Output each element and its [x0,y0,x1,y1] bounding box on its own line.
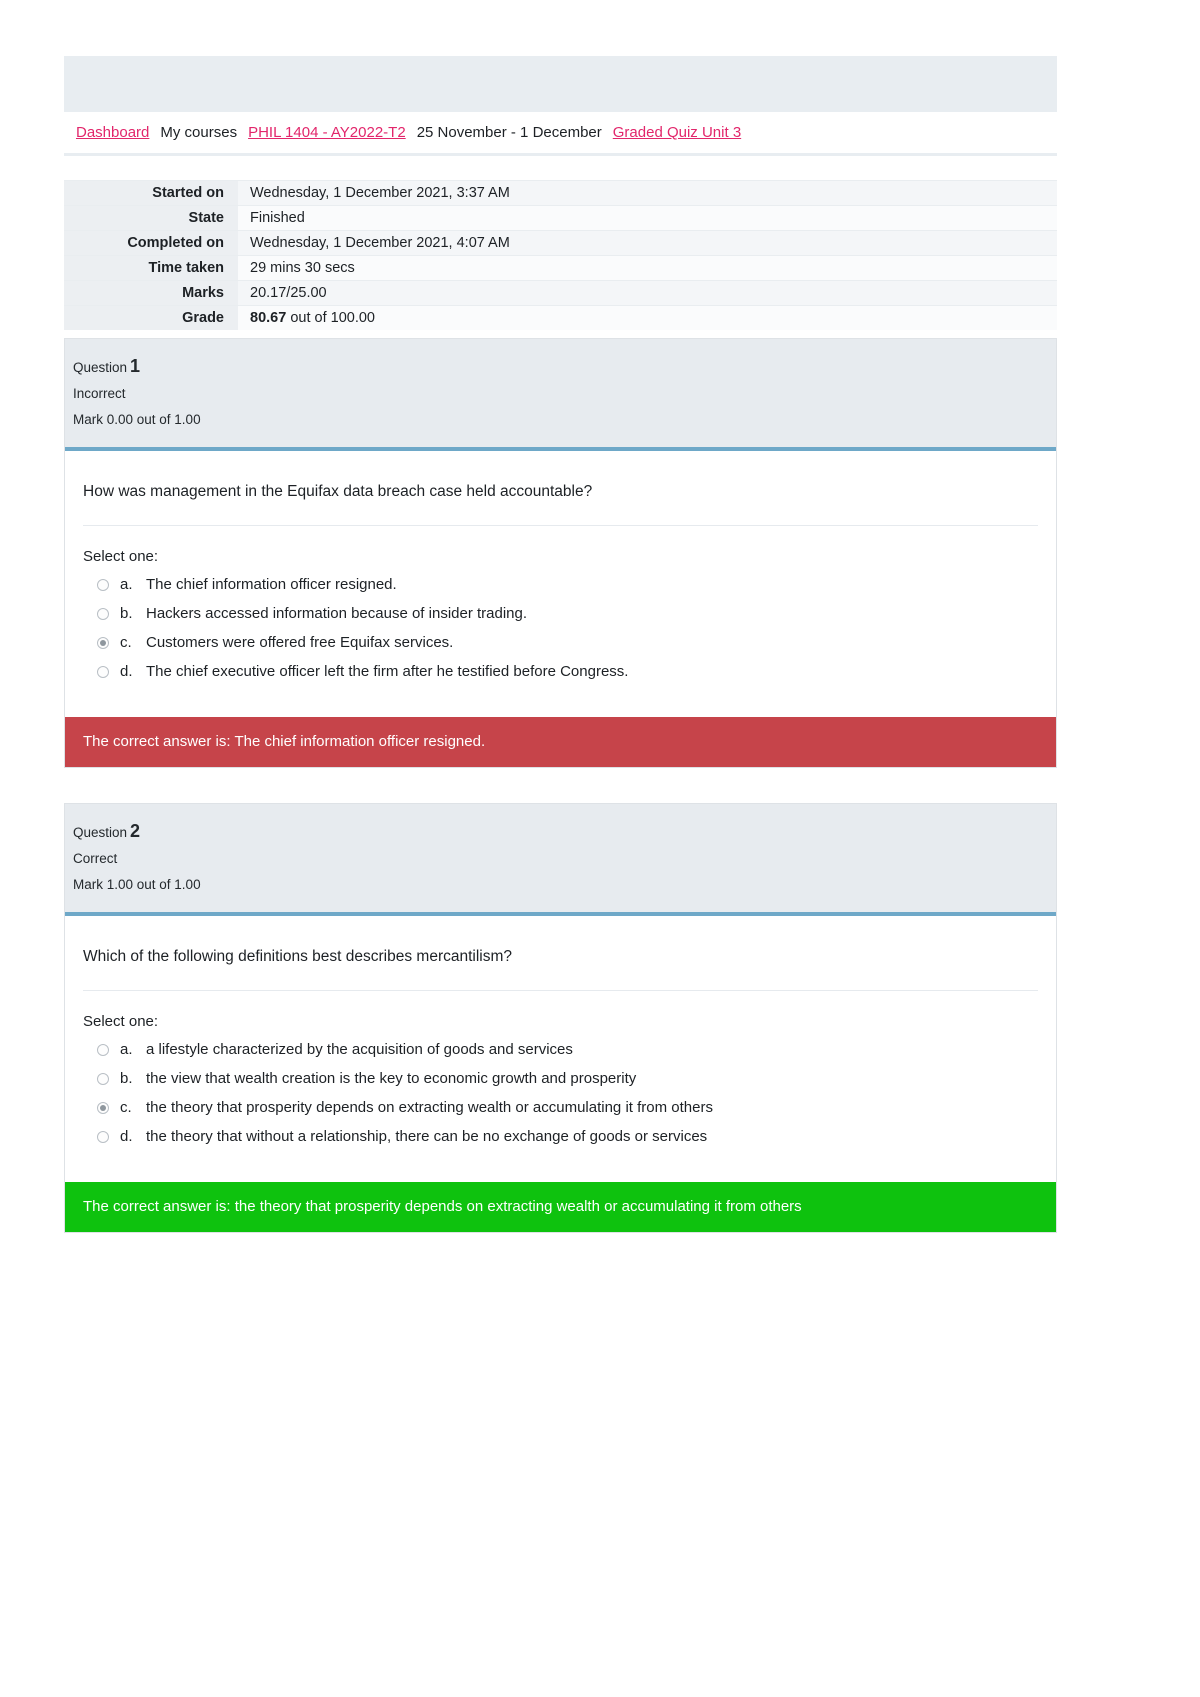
select-one-label: Select one: [83,1013,159,1030]
option-text: the theory that without a relationship, … [146,1128,708,1145]
question-body: How was management in the Equifax data b… [65,451,1056,717]
summary-row: Started on Wednesday, 1 December 2021, 3:… [64,180,1057,206]
answer-option[interactable]: a. The chief information officer resigned… [83,575,1038,595]
summary-key: Marks [64,280,238,306]
summary-key: State [64,205,238,231]
attempt-summary-table: Started on Wednesday, 1 December 2021, 3:… [64,180,1057,330]
answer-option[interactable]: c. the theory that prosperity depends on … [83,1098,1038,1118]
question-number-line: Question 1 [71,353,1056,381]
summary-value: 29 mins 30 secs [238,255,1057,281]
breadcrumb-item-3[interactable]: PHIL 1404 - AY2022-T2 [248,124,406,141]
select-one-label: Select one: [83,548,159,565]
summary-row: Completed on Wednesday, 1 December 2021, … [64,230,1057,256]
question-block-2: Question 2 Correct Mark 1.00 out of 1.00 Whi… [64,803,1057,1233]
radio-button-icon[interactable] [97,666,109,678]
radio-button-icon[interactable] [97,1102,109,1114]
summary-value-grade: 80.67 out of 100.00 [238,305,1057,330]
option-letter: b. [120,1070,133,1087]
option-letter: c. [120,1099,132,1116]
option-text: Hackers accessed information because of … [146,605,528,622]
summary-row: Marks 20.17/25.00 [64,280,1057,306]
question-text: How was management in the Equifax data b… [83,481,1038,526]
answer-list: Select one: a. The chief information offic… [83,526,1038,717]
question-body: Which of the following definitions best … [65,916,1056,1182]
summary-row-grade: Grade 80.67 out of 100.00 [64,305,1057,330]
question-mark: Mark 0.00 out of 1.00 [73,412,201,427]
radio-button-icon[interactable] [97,1044,109,1056]
radio-button-icon[interactable] [97,579,109,591]
question-label: Question [73,825,128,840]
option-letter: a. [120,576,133,593]
summary-key: Started on [64,180,238,206]
question-header: Question 2 Correct Mark 1.00 out of 1.00 [65,804,1056,916]
question-number: 1 [130,356,141,376]
summary-value: Finished [238,205,1057,231]
question-number: 2 [130,821,141,841]
question-number-line: Question 2 [71,818,1056,846]
option-text: The chief information officer resigned. [146,576,397,593]
question-block-1: Question 1 Incorrect Mark 0.00 out of 1.00 H… [64,338,1057,768]
option-text: Customers were offered free Equifax serv… [146,634,454,651]
breadcrumb-item-2: My courses [160,124,238,141]
radio-button-icon[interactable] [97,1073,109,1085]
grade-score: 80.67 [250,310,287,326]
option-text: the view that wealth creation is the key… [146,1070,637,1087]
question-text: Which of the following definitions best … [83,946,1038,991]
summary-value: Wednesday, 1 December 2021, 3:37 AM [238,180,1057,206]
question-state: Correct [73,851,118,866]
question-mark: Mark 1.00 out of 1.00 [73,877,201,892]
breadcrumb-item-5[interactable]: Graded Quiz Unit 3 [613,124,741,141]
radio-button-icon[interactable] [97,1131,109,1143]
question-header: Question 1 Incorrect Mark 0.00 out of 1.00 [65,339,1056,451]
option-letter: d. [120,663,133,680]
summary-row: State Finished [64,205,1057,231]
option-letter: c. [120,634,132,651]
summary-row: Time taken 29 mins 30 secs [64,255,1057,281]
option-letter: a. [120,1041,133,1058]
answer-option[interactable]: b. Hackers accessed information because o… [83,604,1038,624]
grade-outof: out of 100.00 [286,310,375,326]
option-letter: b. [120,605,133,622]
breadcrumb-item-4: 25 November - 1 December [416,124,602,141]
summary-value: 20.17/25.00 [238,280,1057,306]
feedback-banner: The correct answer is: The chief informa… [65,717,1056,767]
option-text: The chief executive officer left the fir… [146,663,629,680]
radio-button-icon[interactable] [97,608,109,620]
answer-option[interactable]: a. a lifestyle characterized by the acqui… [83,1040,1038,1060]
radio-button-icon[interactable] [97,637,109,649]
answer-option[interactable]: d. The chief executive officer left the f… [83,662,1038,682]
question-state: Incorrect [73,386,126,401]
answer-option[interactable]: c. Customers were offered free Equifax se… [83,633,1038,653]
breadcrumb: Dashboard My courses PHIL 1404 - AY2022-T2… [64,112,1057,153]
summary-value: Wednesday, 1 December 2021, 4:07 AM [238,230,1057,256]
feedback-banner: The correct answer is: the theory that p… [65,1182,1056,1232]
breadcrumb-item-1[interactable]: Dashboard [76,124,149,141]
option-text: a lifestyle characterized by the acquisi… [146,1041,573,1058]
summary-key: Time taken [64,255,238,281]
answer-option[interactable]: b. the view that wealth creation is the k… [83,1069,1038,1089]
summary-key: Completed on [64,230,238,256]
question-label: Question [73,360,128,375]
answer-list: Select one: a. a lifestyle characterized b… [83,991,1038,1182]
option-text: the theory that prosperity depends on ex… [146,1099,713,1116]
answer-option[interactable]: d. the theory that without a relationship… [83,1127,1038,1147]
option-letter: d. [120,1128,133,1145]
quiz-review-page: Dashboard My courses PHIL 1404 - AY2022-T2… [0,0,1200,1697]
summary-key: Grade [64,305,238,330]
